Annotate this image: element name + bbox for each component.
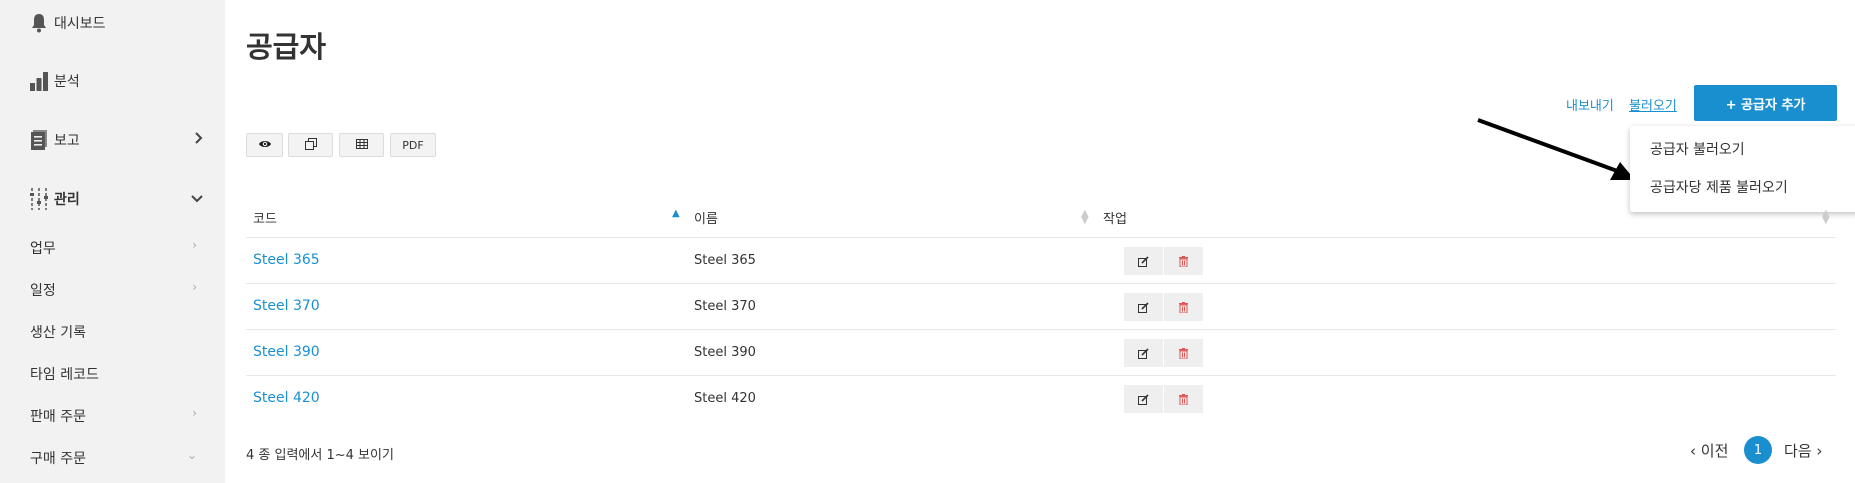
pdf-button[interactable]: PDF — [390, 133, 436, 157]
edit-button[interactable] — [1124, 339, 1163, 367]
column-header-actions: 작업 — [1103, 212, 1127, 227]
edit-button[interactable] — [1124, 293, 1163, 321]
trash-icon — [1179, 390, 1188, 409]
sidebar-item-label: 관리 — [54, 192, 80, 208]
delete-button[interactable] — [1164, 339, 1203, 367]
table-row: Steel 420 Steel 420 — [246, 375, 1836, 421]
supplier-name: Steel 420 — [694, 391, 756, 406]
import-dropdown-menu: 공급자 불러오기 공급자당 제품 불러오기 — [1630, 126, 1855, 212]
table-row: Steel 370 Steel 370 — [246, 283, 1836, 329]
sidebar-subitem-time-record[interactable]: 타임 레코드 — [0, 364, 225, 384]
sidebar-subitem-label: 구매 주문 — [30, 451, 86, 467]
table-summary: 4 종 입력에서 1~4 보이기 — [246, 448, 394, 463]
sort-icon[interactable]: ▲ ▼ — [1822, 209, 1830, 226]
sidebar-subitem-label: 생산 기록 — [30, 325, 86, 341]
sort-asc-icon[interactable]: ▲ — [672, 209, 680, 219]
sliders-icon — [28, 188, 50, 210]
sidebar-subitem-sales-order[interactable]: 판매 주문 › — [0, 406, 225, 426]
column-header-code[interactable]: 코드 — [253, 208, 277, 227]
supplier-name: Steel 365 — [694, 253, 756, 268]
add-supplier-button[interactable]: + 공급자 추가 — [1694, 85, 1837, 121]
edit-icon — [1138, 252, 1149, 271]
table-row: Steel 390 Steel 390 — [246, 329, 1836, 375]
edit-button[interactable] — [1124, 247, 1163, 275]
eye-icon — [258, 139, 272, 152]
trash-icon — [1179, 252, 1188, 271]
sidebar-item-label: 분석 — [54, 74, 80, 90]
supplier-code-link[interactable]: Steel 390 — [253, 344, 320, 360]
app-root: 대시보드 분석 보고 관리 업무 › 일정 › 생산 기록 타임 레코드 판매 … — [0, 0, 1855, 483]
chevron-right-icon: › — [192, 238, 197, 252]
supplier-code-link[interactable]: Steel 370 — [253, 298, 320, 314]
sidebar-item-management[interactable]: 관리 — [0, 186, 225, 212]
page-title: 공급자 — [246, 30, 327, 64]
trash-icon — [1179, 344, 1188, 363]
edit-icon — [1138, 344, 1149, 363]
bell-icon — [28, 12, 50, 34]
chevron-right-icon — [195, 132, 203, 148]
sidebar-item-dashboard[interactable]: 대시보드 — [0, 12, 225, 34]
menu-item-import-products-per-supplier[interactable]: 공급자당 제품 불러오기 — [1650, 177, 1788, 197]
supplier-name: Steel 370 — [694, 299, 756, 314]
annotation-arrow — [1477, 118, 1635, 180]
chevron-down-icon: ⌄ — [186, 448, 197, 462]
supplier-code-link[interactable]: Steel 365 — [253, 252, 320, 268]
delete-button[interactable] — [1164, 293, 1203, 321]
supplier-name: Steel 390 — [694, 345, 756, 360]
delete-button[interactable] — [1164, 247, 1203, 275]
columns-button[interactable] — [339, 133, 384, 157]
copy-icon — [304, 137, 317, 153]
pagination-prev[interactable]: ‹ 이전 — [1690, 440, 1728, 461]
sidebar-item-reports[interactable]: 보고 — [0, 128, 225, 152]
sidebar-subitem-label: 판매 주문 — [30, 409, 86, 425]
column-header-name[interactable]: 이름 — [694, 208, 718, 227]
chevron-down-icon — [191, 191, 203, 207]
sidebar-subitem-label: 업무 — [30, 241, 56, 257]
pagination-current-page[interactable]: 1 — [1744, 436, 1772, 464]
sidebar-item-analysis[interactable]: 분석 — [0, 69, 225, 93]
sidebar-subitem-tasks[interactable]: 업무 › — [0, 238, 225, 258]
sidebar: 대시보드 분석 보고 관리 업무 › 일정 › 생산 기록 타임 레코드 판매 … — [0, 0, 225, 483]
sidebar-subitem-schedule[interactable]: 일정 › — [0, 280, 225, 300]
edit-icon — [1138, 298, 1149, 317]
table-row: Steel 365 Steel 365 — [246, 237, 1836, 283]
sidebar-subitem-purchase-order[interactable]: 구매 주문 ⌄ — [0, 448, 225, 468]
bar-chart-icon — [28, 70, 50, 92]
delete-button[interactable] — [1164, 385, 1203, 413]
sidebar-subitem-label: 타임 레코드 — [30, 367, 99, 383]
sidebar-item-label: 대시보드 — [54, 16, 106, 32]
edit-icon — [1138, 390, 1149, 409]
sidebar-subitem-label: 일정 — [30, 283, 56, 299]
report-icon — [28, 129, 50, 151]
pagination-next[interactable]: 다음 › — [1784, 440, 1822, 461]
trash-icon — [1179, 298, 1188, 317]
table-icon — [355, 138, 368, 152]
sidebar-subitem-production-log[interactable]: 생산 기록 — [0, 322, 225, 342]
menu-item-import-suppliers[interactable]: 공급자 불러오기 — [1650, 139, 1745, 159]
chevron-right-icon: › — [192, 280, 197, 294]
copy-button[interactable] — [288, 133, 333, 157]
supplier-code-link[interactable]: Steel 420 — [253, 390, 320, 406]
sort-icon[interactable]: ▲ ▼ — [1081, 209, 1089, 226]
sidebar-item-label: 보고 — [54, 133, 80, 149]
view-button[interactable] — [246, 133, 283, 157]
chevron-right-icon: › — [192, 406, 197, 420]
edit-button[interactable] — [1124, 385, 1163, 413]
